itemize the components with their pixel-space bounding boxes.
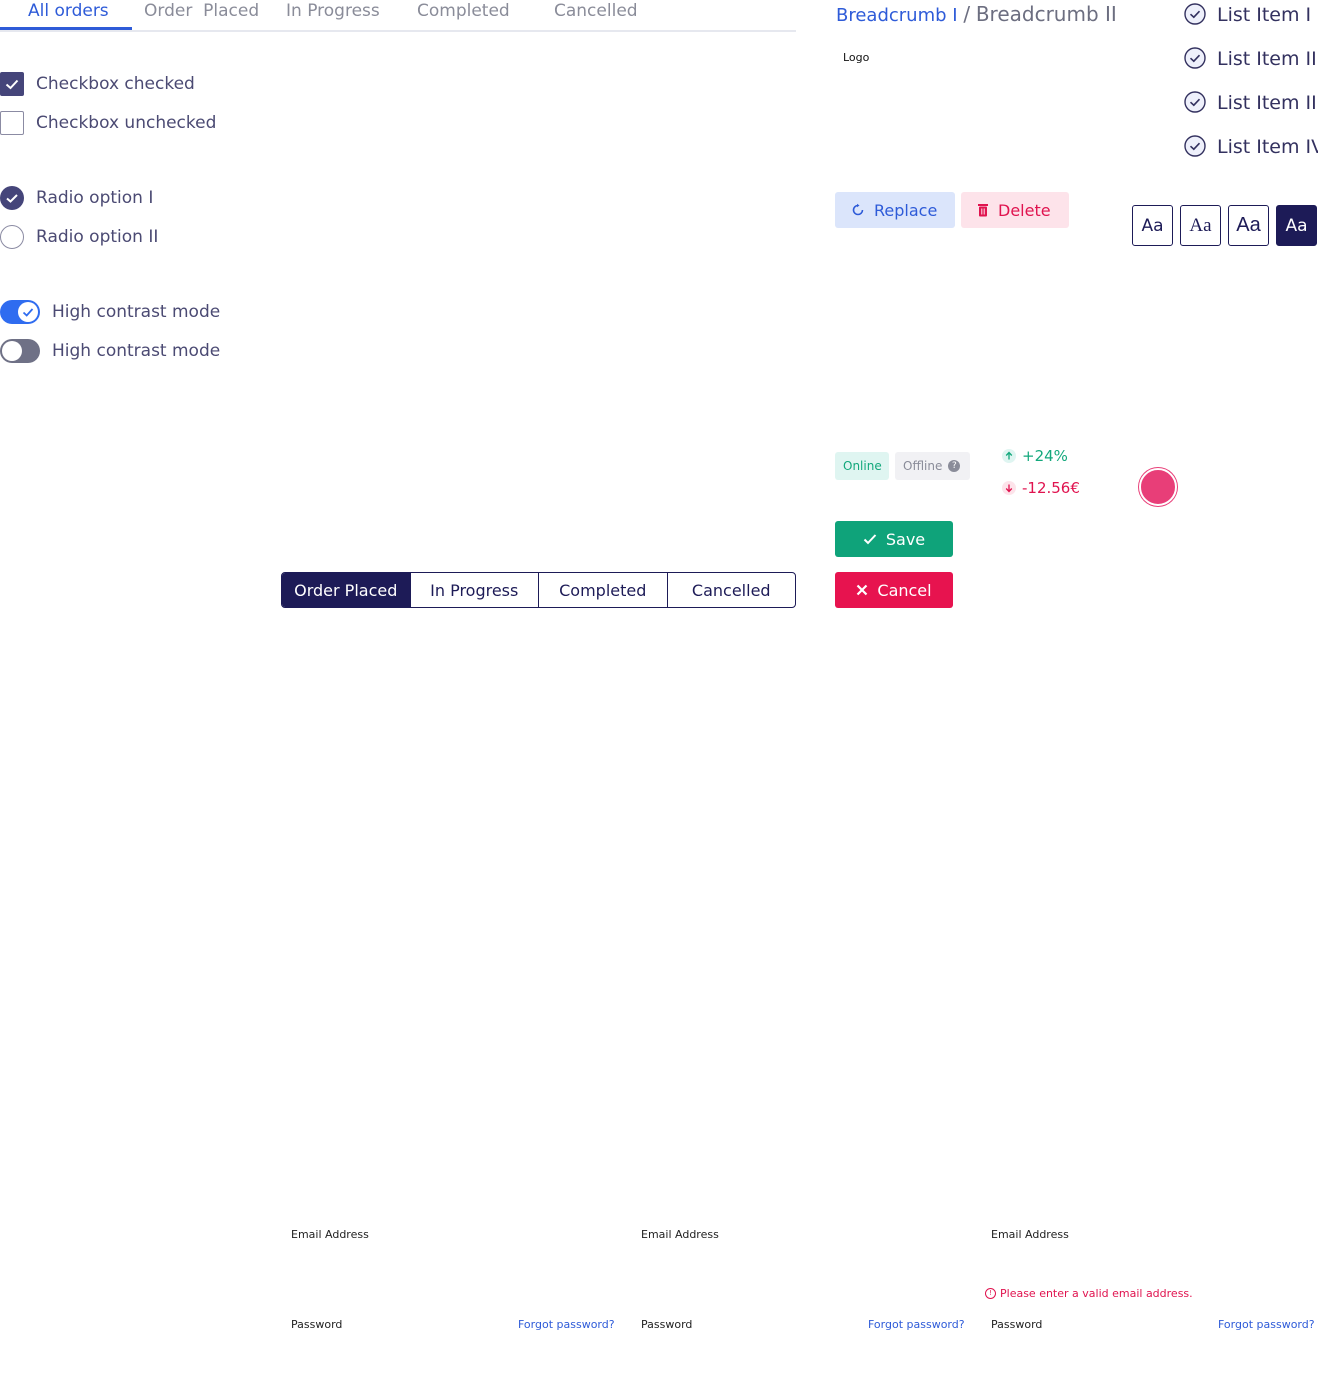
trend-up-value: +24%	[1022, 447, 1068, 465]
list-item-label: List Item III	[1217, 92, 1318, 114]
trash-icon	[978, 204, 988, 217]
password-label: Password	[291, 1318, 343, 1331]
email-error-message: ! Please enter a valid email address.	[985, 1287, 1193, 1300]
toggle-knob	[2, 341, 22, 361]
high-contrast-on-label: High contrast mode	[52, 302, 221, 322]
check-circle-icon	[1184, 47, 1206, 69]
order-tabs: All orders Order Placed In Progress Comp…	[0, 0, 796, 32]
font-option-4[interactable]: Aa	[1276, 205, 1317, 246]
font-option-2[interactable]: Aa	[1180, 205, 1221, 246]
list-item-label: List Item II	[1217, 48, 1317, 70]
breadcrumb-item-2: Breadcrumb II	[975, 2, 1117, 26]
cancel-button-label: Cancel	[877, 580, 932, 600]
status-badge-online-label: Online	[843, 459, 882, 473]
segment-order-placed[interactable]: Order Placed	[282, 573, 411, 607]
password-label: Password	[991, 1318, 1043, 1331]
checkbox-checked[interactable]	[0, 72, 24, 96]
help-icon[interactable]: ?	[948, 460, 961, 472]
checkbox-unchecked[interactable]	[0, 111, 24, 135]
forgot-password-link[interactable]: Forgot password?	[868, 1318, 965, 1331]
email-label: Email Address	[641, 1228, 719, 1241]
status-badge-offline-label: Offline	[903, 459, 943, 473]
list-item-label: List Item I	[1217, 4, 1312, 26]
check-icon	[22, 308, 34, 317]
replace-button[interactable]: Replace	[835, 192, 955, 228]
tab-order-placed[interactable]: Order Placed	[144, 0, 259, 28]
segment-completed[interactable]: Completed	[539, 573, 668, 607]
status-badge-offline: Offline ?	[895, 452, 970, 480]
refresh-icon	[852, 203, 864, 216]
logo: Logo	[843, 51, 870, 64]
high-contrast-toggle-on[interactable]	[0, 300, 40, 324]
error-icon: !	[985, 1288, 996, 1299]
order-status-segmented-control: Order Placed In Progress Completed Cance…	[281, 572, 796, 608]
notification-dot	[1139, 468, 1177, 506]
delete-button-label: Delete	[998, 200, 1051, 220]
tab-all-orders[interactable]: All orders	[28, 0, 109, 28]
check-circle-icon	[1184, 3, 1206, 25]
breadcrumb-item-1[interactable]: Breadcrumb I	[836, 5, 958, 26]
list-item-label: List Item IV	[1217, 136, 1318, 158]
cancel-button[interactable]: Cancel	[835, 572, 953, 608]
breadcrumb-separator: /	[963, 2, 971, 26]
check-icon	[6, 194, 18, 203]
tab-completed[interactable]: Completed	[417, 0, 510, 28]
high-contrast-toggle-off[interactable]	[0, 339, 40, 363]
status-badge-online: Online	[835, 452, 889, 480]
replace-button-label: Replace	[874, 200, 938, 220]
font-option-3[interactable]: Aa	[1228, 205, 1269, 246]
save-button-label: Save	[885, 529, 926, 549]
tab-cancelled[interactable]: Cancelled	[554, 0, 638, 28]
email-error-text: Please enter a valid email address.	[1000, 1287, 1193, 1300]
check-circle-icon	[1184, 91, 1206, 113]
check-icon	[5, 79, 19, 90]
save-button[interactable]: Save	[835, 521, 953, 557]
segment-in-progress[interactable]: In Progress	[411, 573, 539, 607]
radio-option-2-label: Radio option II	[36, 227, 159, 247]
breadcrumb: Breadcrumb I / Breadcrumb II	[836, 2, 1117, 28]
forgot-password-link[interactable]: Forgot password?	[518, 1318, 615, 1331]
radio-option-1[interactable]	[0, 186, 24, 210]
checkbox-unchecked-label: Checkbox unchecked	[36, 113, 217, 133]
trend-down-value: -12.56€	[1022, 479, 1080, 497]
delete-button[interactable]: Delete	[961, 192, 1069, 228]
email-label: Email Address	[991, 1228, 1069, 1241]
font-option-1[interactable]: Aa	[1132, 205, 1173, 246]
email-label: Email Address	[291, 1228, 369, 1241]
arrow-down-icon	[1002, 481, 1016, 495]
radio-option-1-label: Radio option I	[36, 188, 154, 208]
close-icon	[857, 584, 868, 596]
high-contrast-off-label: High contrast mode	[52, 341, 221, 361]
radio-option-2[interactable]	[0, 225, 24, 249]
arrow-up-icon	[1002, 449, 1016, 463]
check-icon	[863, 534, 877, 545]
tab-in-progress[interactable]: In Progress	[286, 0, 380, 28]
checkbox-checked-label: Checkbox checked	[36, 74, 195, 94]
forgot-password-link[interactable]: Forgot password?	[1218, 1318, 1315, 1331]
toggle-knob	[18, 302, 38, 322]
active-tab-indicator	[0, 27, 132, 30]
trend-up: +24%	[1002, 446, 1068, 466]
password-label: Password	[641, 1318, 693, 1331]
trend-down: -12.56€	[1002, 478, 1080, 498]
check-circle-icon	[1184, 135, 1206, 157]
segment-cancelled[interactable]: Cancelled	[668, 573, 796, 607]
